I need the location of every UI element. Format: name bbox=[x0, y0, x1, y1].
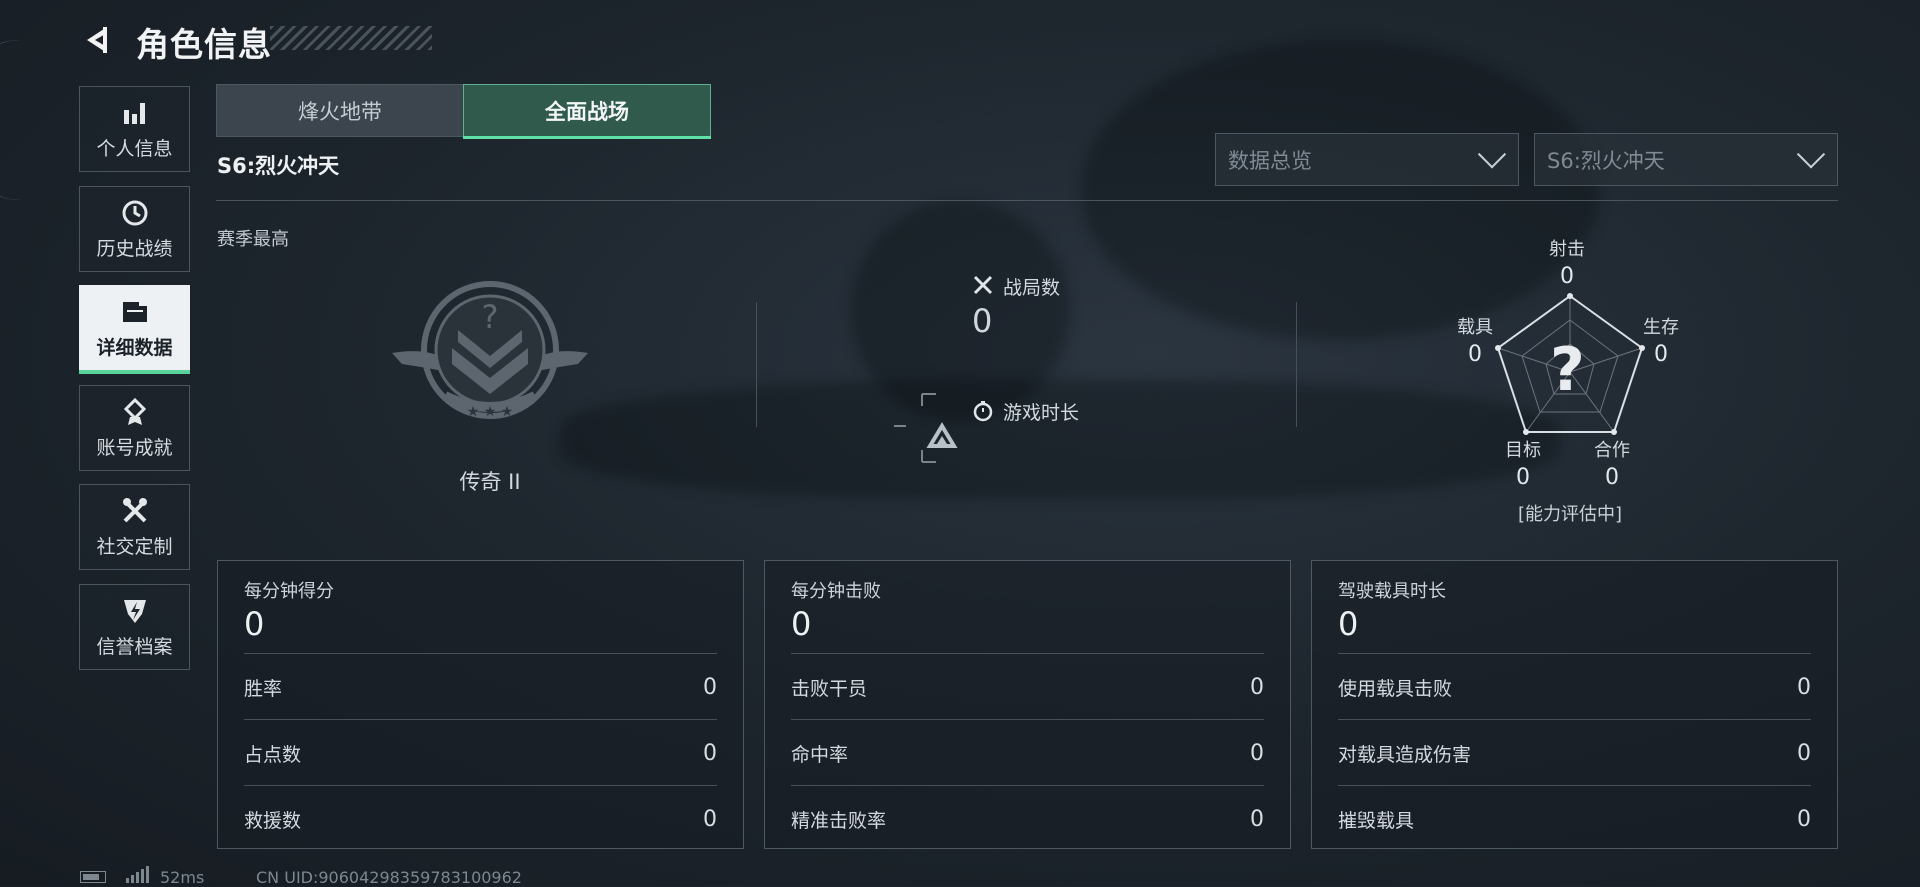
stat-row: 对载具造成伤害 0 bbox=[1338, 719, 1811, 786]
stat-row-label: 对载具造成伤害 bbox=[1338, 743, 1472, 766]
playtime-frame bbox=[892, 392, 984, 468]
history-clock-icon bbox=[120, 198, 150, 228]
stat-row-label: 精准击败率 bbox=[791, 809, 887, 832]
stat-row-label: 占点数 bbox=[244, 743, 302, 766]
chevron-down-icon bbox=[1796, 139, 1826, 168]
medal-icon bbox=[120, 397, 150, 427]
card-title: 每分钟得分 bbox=[244, 581, 334, 602]
sidebar-item-label: 详细数据 bbox=[96, 336, 173, 359]
radar-axis-label: 载具 bbox=[1457, 317, 1493, 338]
rank-emblem: ? ★ ★ ★ bbox=[390, 278, 590, 432]
bar-chart-icon bbox=[120, 98, 150, 128]
radar-axis-value: 0 bbox=[1468, 342, 1482, 367]
stat-row-value: 0 bbox=[1250, 740, 1264, 766]
ability-assessment-note: [能力评估中] bbox=[1517, 504, 1623, 525]
stat-row-label: 使用载具击败 bbox=[1338, 677, 1453, 700]
radar-axis-value: 0 bbox=[1605, 465, 1619, 490]
view-select[interactable]: 数据总览 bbox=[1215, 133, 1519, 186]
sidebar-item-personal-info[interactable]: 个人信息 bbox=[79, 86, 190, 172]
separator bbox=[756, 302, 757, 427]
svg-text:?: ? bbox=[482, 298, 499, 336]
stat-row: 使用载具击败 0 bbox=[1338, 653, 1811, 720]
season-select[interactable]: S6:烈火冲天 bbox=[1534, 133, 1838, 186]
stat-row-label: 摧毁载具 bbox=[1338, 809, 1415, 832]
stat-row: 精准击败率 0 bbox=[791, 785, 1264, 852]
stat-row: 占点数 0 bbox=[244, 719, 717, 786]
card-title: 每分钟击败 bbox=[791, 581, 881, 602]
card-main-value: 0 bbox=[1338, 605, 1359, 643]
stat-row-value: 0 bbox=[1797, 806, 1811, 832]
sidebar-item-detailed-data[interactable]: 详细数据 bbox=[79, 285, 190, 374]
radar-axis-label: 目标 bbox=[1505, 440, 1541, 461]
signal-icon bbox=[126, 866, 149, 883]
tools-icon bbox=[120, 496, 150, 526]
page-title: 角色信息 bbox=[136, 25, 272, 64]
stopwatch-icon bbox=[972, 400, 994, 426]
matches-label: 战局数 bbox=[1003, 277, 1061, 299]
stat-row-label: 救援数 bbox=[244, 809, 302, 832]
svg-text:★ ★ ★: ★ ★ ★ bbox=[467, 404, 514, 420]
sidebar-item-reputation[interactable]: 信誉档案 bbox=[79, 584, 190, 670]
view-select-value: 数据总览 bbox=[1228, 148, 1312, 173]
stat-row-value: 0 bbox=[1250, 674, 1264, 700]
player-uid: CN UID:90604298359783100962 bbox=[256, 868, 522, 887]
stat-row-value: 0 bbox=[703, 674, 717, 700]
sidebar-item-label: 个人信息 bbox=[96, 137, 173, 160]
radar-axis-label: 合作 bbox=[1594, 440, 1630, 461]
stat-card-vehicle: 驾驶载具时长 0 使用载具击败 0 对载具造成伤害 0 摧毁载具 0 bbox=[1311, 560, 1838, 849]
chevron-down-icon bbox=[1477, 139, 1507, 168]
radar-center-symbol: ? bbox=[1550, 335, 1585, 405]
radar-axis-label: 射击 bbox=[1549, 239, 1585, 260]
rank-emblem-icon: ? ★ ★ ★ bbox=[392, 281, 588, 420]
season-select-value: S6:烈火冲天 bbox=[1547, 148, 1665, 173]
back-button[interactable] bbox=[80, 22, 116, 58]
rank-name: 传奇 II bbox=[459, 470, 521, 494]
stat-row-value: 0 bbox=[1797, 674, 1811, 700]
crossed-swords-icon bbox=[972, 274, 994, 300]
stat-row: 击败干员 0 bbox=[791, 653, 1264, 720]
credit-shield-icon bbox=[120, 596, 150, 626]
sidebar-item-label: 历史战绩 bbox=[96, 237, 173, 260]
stat-row: 救援数 0 bbox=[244, 785, 717, 852]
stat-card-kills: 每分钟击败 0 击败干员 0 命中率 0 精准击败率 0 bbox=[764, 560, 1291, 849]
stat-row: 胜率 0 bbox=[244, 653, 717, 720]
tab-full-battlefield[interactable]: 全面战场 bbox=[463, 84, 711, 139]
stat-row-label: 击败干员 bbox=[791, 677, 868, 700]
matches-value: 0 bbox=[972, 302, 993, 340]
stat-row-value: 0 bbox=[703, 740, 717, 766]
divider bbox=[216, 200, 1838, 201]
radar-axis-value: 0 bbox=[1654, 342, 1668, 367]
stat-row-value: 0 bbox=[703, 806, 717, 832]
radar-axis-label: 生存 bbox=[1643, 317, 1679, 338]
ping-readout: 52ms bbox=[160, 868, 205, 887]
folder-icon bbox=[120, 297, 150, 327]
separator bbox=[1296, 302, 1297, 427]
stat-row-value: 0 bbox=[1250, 806, 1264, 832]
stat-row: 命中率 0 bbox=[791, 719, 1264, 786]
stat-row-label: 命中率 bbox=[791, 743, 849, 766]
card-main-value: 0 bbox=[244, 605, 265, 643]
card-title: 驾驶载具时长 bbox=[1338, 581, 1446, 602]
radar-axis-value: 0 bbox=[1516, 465, 1530, 490]
season-best-label: 赛季最高 bbox=[217, 229, 289, 250]
radar-axis-value: 0 bbox=[1560, 264, 1574, 289]
sidebar-item-label: 社交定制 bbox=[96, 535, 173, 558]
edge-decoration bbox=[0, 40, 32, 200]
title-decoration bbox=[270, 26, 432, 50]
sidebar-item-achievements[interactable]: 账号成就 bbox=[79, 385, 190, 471]
stat-row: 摧毁载具 0 bbox=[1338, 785, 1811, 852]
stat-row-label: 胜率 bbox=[244, 677, 283, 700]
tab-fenghuo-zone[interactable]: 烽火地带 bbox=[216, 84, 464, 137]
sidebar-item-label: 信誉档案 bbox=[96, 635, 173, 658]
sidebar-item-history[interactable]: 历史战绩 bbox=[79, 186, 190, 272]
stat-row-value: 0 bbox=[1797, 740, 1811, 766]
sidebar-item-social-custom[interactable]: 社交定制 bbox=[79, 484, 190, 570]
back-arrow-icon bbox=[87, 27, 107, 53]
card-main-value: 0 bbox=[791, 605, 812, 643]
season-title: S6:烈火冲天 bbox=[217, 154, 340, 178]
playtime-label: 游戏时长 bbox=[1003, 402, 1080, 424]
battery-icon bbox=[80, 871, 106, 883]
stat-card-score: 每分钟得分 0 胜率 0 占点数 0 救援数 0 bbox=[217, 560, 744, 849]
sidebar-item-label: 账号成就 bbox=[96, 436, 173, 459]
